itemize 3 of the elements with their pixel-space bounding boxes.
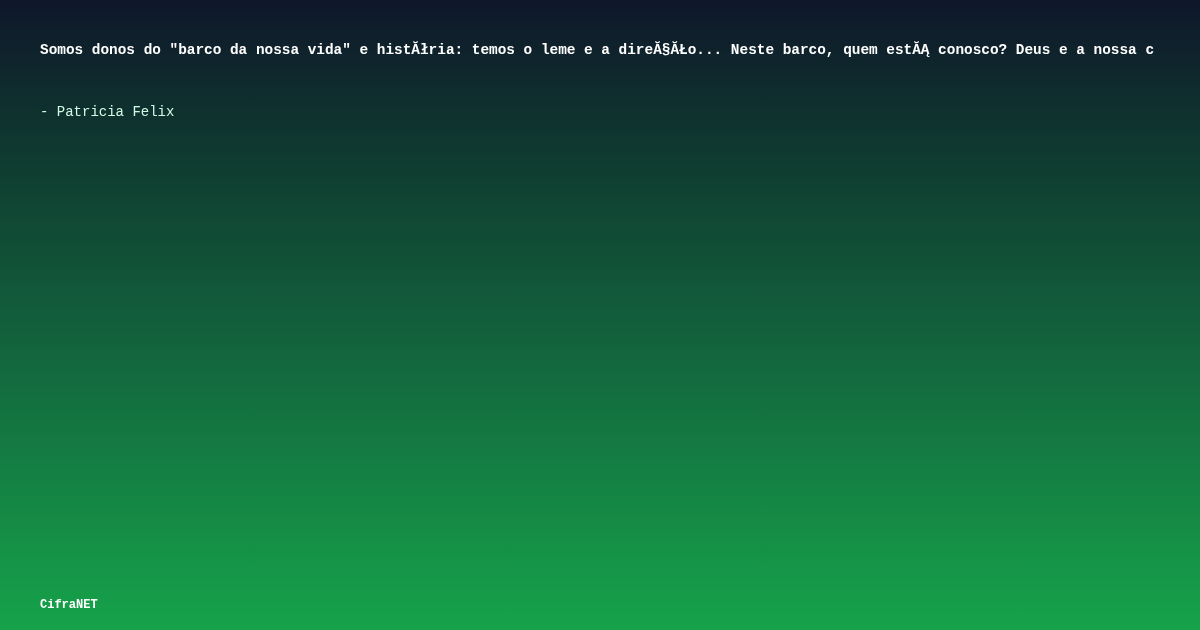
- author-name: - Patricia Felix: [40, 103, 175, 122]
- brand-name: CifraNET: [40, 597, 98, 614]
- quote-text: Somos donos do "barco da nossa vida" e histĂłria: temos o leme e a direĂ§ĂŁo... Neste barco, quem estĂĄ conosco? Deus e a nossa c: [40, 40, 1155, 60]
